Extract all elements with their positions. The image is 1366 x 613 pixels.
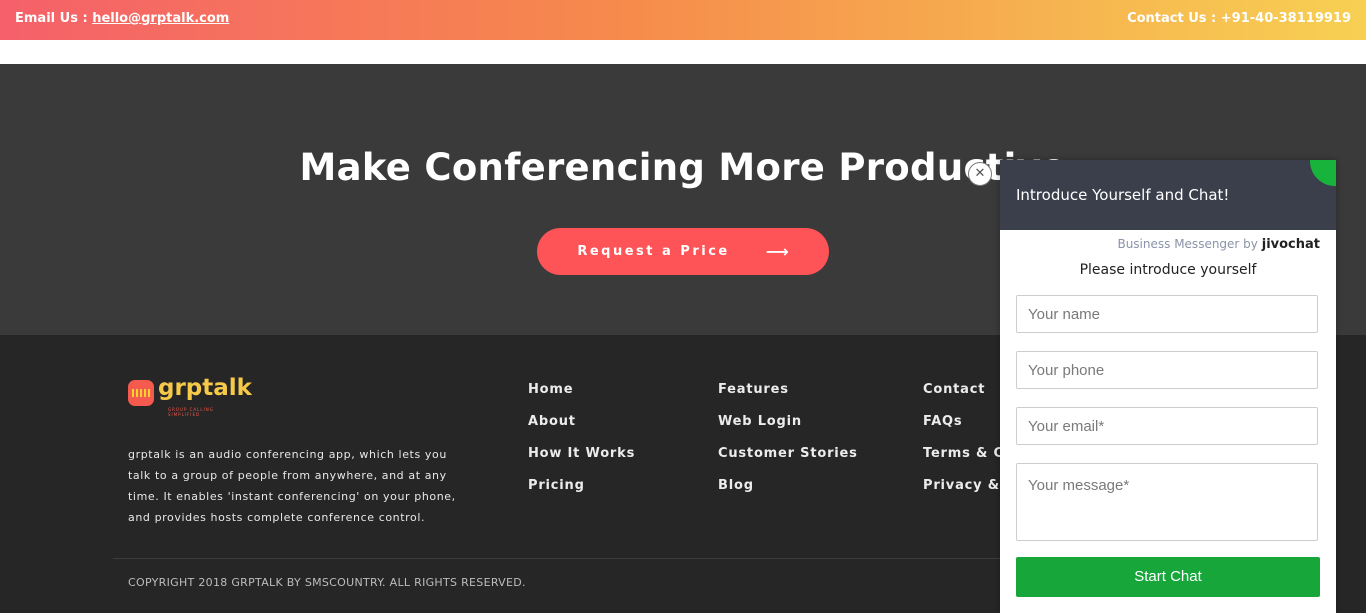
chat-header: Introduce Yourself and Chat! [1000, 160, 1336, 230]
chat-intro: Please introduce yourself [1079, 262, 1257, 278]
grptalk-logo[interactable]: grptalk GROUP CALLING SIMPLIFIED [128, 375, 252, 418]
chat-branding: Business Messenger by jivochat [1117, 237, 1320, 252]
footer-link-customer-stories[interactable]: Customer Stories [718, 446, 858, 478]
footer-link-about[interactable]: About [528, 414, 635, 446]
top-bar: Email Us : hello@grptalk.com Contact Us … [0, 0, 1366, 40]
email-label: Email Us : [15, 11, 93, 26]
footer-link-web-login[interactable]: Web Login [718, 414, 858, 446]
close-chat-icon[interactable]: ✕ [968, 162, 992, 186]
arrow-right-icon: ⟶ [765, 242, 789, 261]
logo-badge-icon [128, 380, 154, 406]
about-text: grptalk is an audio conferencing app, wh… [128, 448, 456, 524]
chat-widget: Introduce Yourself and Chat! Business Me… [1000, 160, 1336, 613]
logo-text: grptalk [158, 375, 252, 401]
footer-link-features[interactable]: Features [718, 382, 858, 414]
footer-link-how-it-works[interactable]: How It Works [528, 446, 635, 478]
email-input[interactable]: Your email* [1016, 407, 1318, 445]
footer-link-pricing[interactable]: Pricing [528, 478, 635, 510]
request-price-label: Request a Price [577, 244, 730, 259]
brand-prefix: Business Messenger by [1117, 237, 1258, 251]
request-price-button[interactable]: Request a Price ⟶ [537, 228, 829, 275]
jivochat-logo: jivochat [1261, 237, 1320, 252]
footer-link-blog[interactable]: Blog [718, 478, 858, 510]
phone-input[interactable]: Your phone [1016, 351, 1318, 389]
header-spacer [0, 40, 1366, 64]
footer-links-col2: Features Web Login Customer Stories Blog [718, 382, 858, 510]
chat-header-title: Introduce Yourself and Chat! [1016, 186, 1230, 204]
email-info: Email Us : hello@grptalk.com [15, 11, 229, 26]
copyright-text: COPYRIGHT 2018 GRPTALK BY SMSCOUNTRY. AL… [128, 576, 526, 589]
start-chat-button[interactable]: Start Chat [1016, 557, 1320, 597]
contact-phone: Contact Us : +91-40-38119919 [1127, 11, 1351, 26]
footer-link-home[interactable]: Home [528, 382, 635, 414]
online-status-icon [1310, 160, 1336, 186]
email-link[interactable]: hello@grptalk.com [92, 11, 229, 26]
logo-tagline: GROUP CALLING SIMPLIFIED [168, 407, 214, 417]
footer-links-col1: Home About How It Works Pricing [528, 382, 635, 510]
name-input[interactable]: Your name [1016, 295, 1318, 333]
message-input[interactable]: Your message* [1016, 463, 1318, 541]
